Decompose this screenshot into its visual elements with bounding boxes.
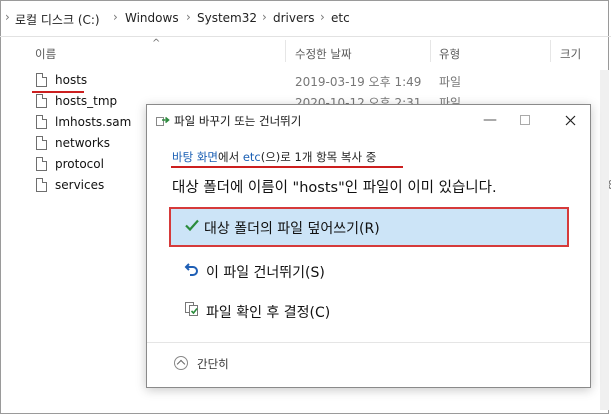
- scrollbar[interactable]: [600, 70, 609, 410]
- replace-file-button[interactable]: 대상 폴더의 파일 덮어쓰기(R): [169, 207, 569, 247]
- file-name: lmhosts.sam: [55, 115, 132, 129]
- dialog-title: 파일 바꾸기 또는 건너뛰기: [174, 114, 302, 128]
- column-divider[interactable]: [430, 40, 431, 62]
- file-type: 파일: [439, 75, 462, 89]
- info-tail-text: (으)로 1개 항목 복사 중: [260, 150, 377, 164]
- sort-up-icon: ^: [152, 38, 161, 49]
- skip-file-label: 이 파일 건너뛰기(S): [206, 265, 325, 281]
- chevron-up-icon[interactable]: [174, 356, 188, 370]
- file-icon: [36, 94, 47, 108]
- decide-per-file-label: 파일 확인 후 결정(C): [206, 305, 331, 321]
- address-bar[interactable]: › 로컬 디스크 (C:) › Windows › System32 › dri…: [0, 0, 611, 37]
- column-header-name[interactable]: 이름: [35, 46, 56, 62]
- dialog-footer: 간단히: [147, 342, 590, 387]
- skip-file-button[interactable]: 이 파일 건너뛰기(S): [171, 251, 567, 291]
- file-date: 2019-03-19 오후 1:49: [295, 75, 422, 89]
- column-header-size[interactable]: 크기: [560, 46, 581, 62]
- maximize-icon: [505, 107, 545, 133]
- file-icon: [36, 178, 47, 192]
- copy-files-icon: [156, 116, 170, 126]
- file-name: hosts: [55, 73, 88, 87]
- file-name: hosts_tmp: [55, 94, 118, 108]
- chevron-right-icon: ›: [186, 10, 191, 24]
- file-icon: [36, 73, 47, 87]
- chevron-right-icon: ›: [262, 10, 267, 24]
- compare-files-icon: [184, 301, 200, 317]
- column-divider[interactable]: [550, 40, 551, 62]
- file-icon: [36, 136, 47, 150]
- close-button[interactable]: [550, 107, 590, 133]
- file-name: services: [55, 178, 105, 192]
- file-name: protocol: [55, 157, 104, 171]
- minimize-button[interactable]: —: [470, 107, 510, 133]
- column-header-type[interactable]: 유형: [439, 46, 460, 62]
- info-mid-text: 에서: [217, 150, 243, 164]
- undo-arrow-icon: [184, 261, 200, 277]
- replace-file-label: 대상 폴더의 파일 덮어쓰기(R): [204, 221, 380, 237]
- copy-info-text: 바탕 화면에서 etc(으)로 1개 항목 복사 중: [172, 149, 376, 165]
- source-folder-link[interactable]: 바탕 화면: [172, 150, 218, 164]
- chevron-right-icon: ›: [113, 10, 118, 24]
- column-divider[interactable]: [285, 40, 286, 62]
- fewer-details-button[interactable]: 간단히: [197, 356, 229, 372]
- destination-folder-link[interactable]: etc: [243, 150, 261, 164]
- breadcrumb-system32[interactable]: System32: [197, 11, 257, 25]
- decide-per-file-button[interactable]: 파일 확인 후 결정(C): [171, 291, 567, 331]
- file-row-hosts[interactable]: hosts 2019-03-19 오후 1:49 파일 1: [30, 72, 610, 92]
- breadcrumb-local-disk[interactable]: 로컬 디스크 (C:): [15, 11, 100, 28]
- checkmark-icon: [184, 217, 200, 233]
- column-header-modified[interactable]: 수정한 날짜: [295, 46, 352, 62]
- file-icon: [36, 115, 47, 129]
- chevron-right-icon: ›: [320, 10, 325, 24]
- conflict-heading: 대상 폴더에 이름이 "hosts"인 파일이 이미 있습니다.: [172, 180, 497, 196]
- file-icon: [36, 157, 47, 171]
- breadcrumb-windows[interactable]: Windows: [125, 11, 179, 25]
- breadcrumb-drivers[interactable]: drivers: [273, 11, 315, 25]
- replace-or-skip-dialog: 파일 바꾸기 또는 건너뛰기 — 바탕 화면에서 etc(으)로 1개 항목 복…: [146, 104, 591, 388]
- info-underline: [171, 166, 403, 168]
- breadcrumb-etc[interactable]: etc: [331, 11, 350, 25]
- file-name: networks: [55, 136, 110, 150]
- chevron-right-icon: ›: [5, 10, 10, 24]
